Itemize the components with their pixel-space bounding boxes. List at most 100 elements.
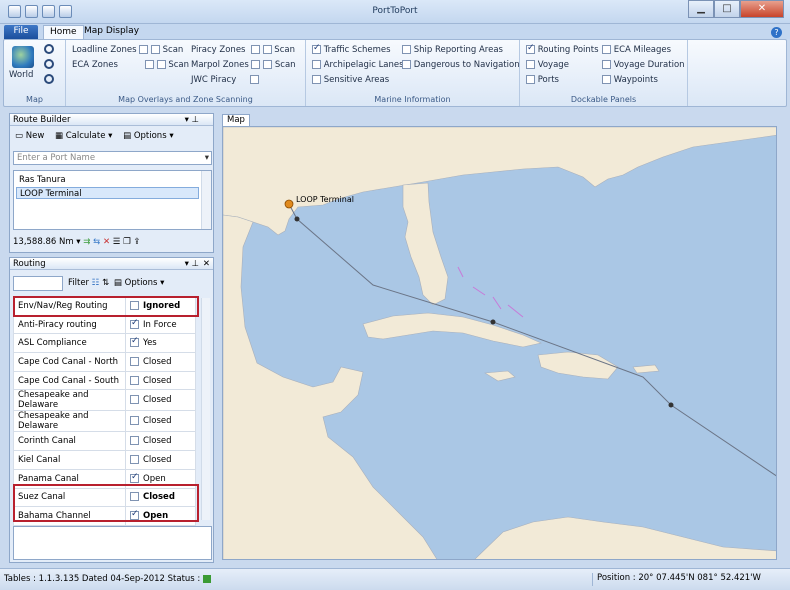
routing-row-status-cell: Closed (125, 389, 196, 412)
sensitive-areas-checkbox[interactable] (312, 75, 321, 84)
piracy-scan-checkbox[interactable] (262, 45, 272, 54)
piracy-zones-checkbox[interactable] (250, 45, 260, 54)
routing-row-status: Closed (143, 492, 175, 503)
distance-dropdown[interactable]: 13,588.86 Nm ▾ (13, 237, 81, 247)
pin-icon[interactable]: ▾ ⊥ (185, 114, 199, 126)
routing-row-checkbox[interactable] (130, 300, 139, 310)
routing-row-name: Chesapeake and Delaware (13, 389, 126, 412)
minimize-button[interactable]: ▁ (688, 0, 714, 18)
waypoints-checkbox[interactable] (602, 75, 611, 84)
list-icon[interactable]: ☰ (113, 237, 121, 247)
zoom-in-icon[interactable] (44, 44, 54, 54)
tab-file[interactable]: File (4, 25, 38, 39)
voyage-label: Voyage (537, 60, 569, 70)
routing-row[interactable]: Chesapeake and Delaware Closed (13, 389, 196, 412)
routing-row[interactable]: Env/Nav/Reg Routing Ignored (13, 296, 196, 316)
routing-row[interactable]: Anti-Piracy routing In Force (13, 314, 196, 335)
routing-row-checkbox[interactable] (130, 454, 139, 464)
tab-map[interactable]: Map (222, 114, 250, 126)
routing-row-checkbox[interactable] (130, 356, 139, 366)
routing-row-status: Closed (143, 356, 172, 367)
zoom-out-icon[interactable] (44, 59, 54, 69)
options-label: Options ▾ (124, 278, 165, 288)
delete-waypoint-icon[interactable]: ✕ (103, 237, 110, 247)
close-panel-icon[interactable]: ✕ (203, 258, 210, 270)
archipelagic-lanes-checkbox[interactable] (312, 60, 321, 69)
routing-row-checkbox[interactable] (130, 416, 139, 426)
route-options-button[interactable]: ▤ Options ▾ (121, 131, 176, 141)
jwc-piracy-checkbox[interactable] (249, 75, 259, 84)
routing-row[interactable]: Bahama Channel Open (13, 506, 196, 526)
routing-options-button[interactable]: ▤ Options ▾ (112, 278, 167, 288)
routing-title: Routing (13, 259, 46, 269)
world-button[interactable]: World (9, 70, 33, 80)
routing-row-checkbox[interactable] (130, 492, 139, 502)
loadline-scan-checkbox[interactable] (150, 45, 160, 54)
reverse-route-icon[interactable]: ⇆ (93, 237, 100, 247)
map-view[interactable]: LOOP Terminal (222, 126, 777, 560)
routing-row-checkbox[interactable] (130, 318, 139, 329)
routing-row-checkbox[interactable] (130, 472, 139, 483)
routing-row-name: ASL Compliance (13, 333, 126, 354)
ship-reporting-checkbox[interactable] (402, 45, 411, 54)
landmass-florida (402, 182, 449, 306)
voyage-duration-checkbox[interactable] (602, 60, 611, 69)
zoom-extent-icon[interactable] (44, 74, 54, 84)
dropdown-icon[interactable]: ▾ (205, 152, 209, 164)
bahamas (457, 266, 524, 318)
sort-icon[interactable]: ⇅ (102, 278, 109, 288)
dangerous-navigation-checkbox[interactable] (402, 60, 411, 69)
routing-row-checkbox[interactable] (130, 375, 139, 385)
copy-icon[interactable]: ❐ (123, 237, 131, 247)
tab-map-display[interactable]: Map Display (78, 25, 145, 39)
port-list[interactable]: Ras Tanura LOOP Terminal (13, 170, 212, 230)
routing-points-checkbox[interactable] (526, 43, 535, 54)
traffic-schemes-checkbox[interactable] (312, 43, 321, 54)
routing-row[interactable]: Suez Canal Closed (13, 487, 196, 508)
loadline-zones-label: Loadline Zones (72, 45, 137, 55)
filter-input[interactable] (13, 276, 63, 291)
marpol-zones-checkbox[interactable] (251, 60, 261, 69)
maximize-button[interactable]: □ (714, 0, 740, 18)
pin-icon[interactable]: ▾ ⊥ (185, 258, 199, 270)
port-name-input[interactable]: Enter a Port Name ▾ (13, 151, 212, 165)
routing-detail-box (13, 526, 212, 560)
new-route-button[interactable]: ▭ New (13, 131, 46, 141)
add-waypoint-icon[interactable]: ⇉ (83, 237, 90, 247)
port-name-placeholder: Enter a Port Name (17, 153, 96, 163)
eca-scan-checkbox[interactable] (156, 60, 166, 69)
close-button[interactable]: ✕ (740, 0, 784, 18)
new-label: New (25, 131, 45, 141)
routing-row-checkbox[interactable] (130, 509, 139, 521)
voyage-checkbox[interactable] (526, 60, 535, 69)
export-icon[interactable]: ⇪ (133, 237, 140, 247)
ports-checkbox[interactable] (526, 75, 535, 84)
routing-scrollbar[interactable] (201, 298, 210, 520)
routing-row-checkbox[interactable] (130, 336, 139, 348)
routing-row[interactable]: Cape Cod Canal - North Closed (13, 352, 196, 372)
routing-row[interactable]: Kiel Canal Closed (13, 450, 196, 470)
scan-label: Scan (162, 45, 184, 55)
routing-row-status: Closed (143, 436, 172, 447)
loadline-zones-checkbox[interactable] (139, 45, 149, 54)
help-icon[interactable]: ? (771, 27, 782, 38)
marpol-scan-checkbox[interactable] (263, 60, 273, 69)
port-list-item-selected[interactable]: LOOP Terminal (16, 187, 199, 199)
routing-row[interactable]: Cape Cod Canal - South Closed (13, 370, 196, 391)
dangerous-navigation-label: Dangerous to Navigation (413, 60, 520, 70)
routing-row-checkbox[interactable] (130, 436, 139, 446)
routing-row-name: Corinth Canal (13, 431, 126, 452)
routing-row[interactable]: Panama Canal Open (13, 468, 196, 489)
routing-row[interactable]: Corinth Canal Closed (13, 431, 196, 452)
eca-mileages-checkbox[interactable] (602, 45, 611, 54)
port-list-scrollbar[interactable] (201, 171, 211, 229)
routing-row[interactable]: ASL Compliance Yes (13, 333, 196, 354)
port-list-item[interactable]: Ras Tanura (16, 174, 199, 186)
eca-zones-checkbox[interactable] (144, 60, 154, 69)
routing-row-name: Cape Cod Canal - North (13, 352, 126, 372)
routing-row-checkbox[interactable] (130, 395, 139, 405)
calculate-button[interactable]: ▦ Calculate ▾ (53, 131, 114, 141)
world-icon[interactable] (12, 46, 34, 68)
filter-icon[interactable]: ☷ (92, 278, 100, 288)
routing-row[interactable]: Chesapeake and Delaware Closed (13, 410, 196, 433)
